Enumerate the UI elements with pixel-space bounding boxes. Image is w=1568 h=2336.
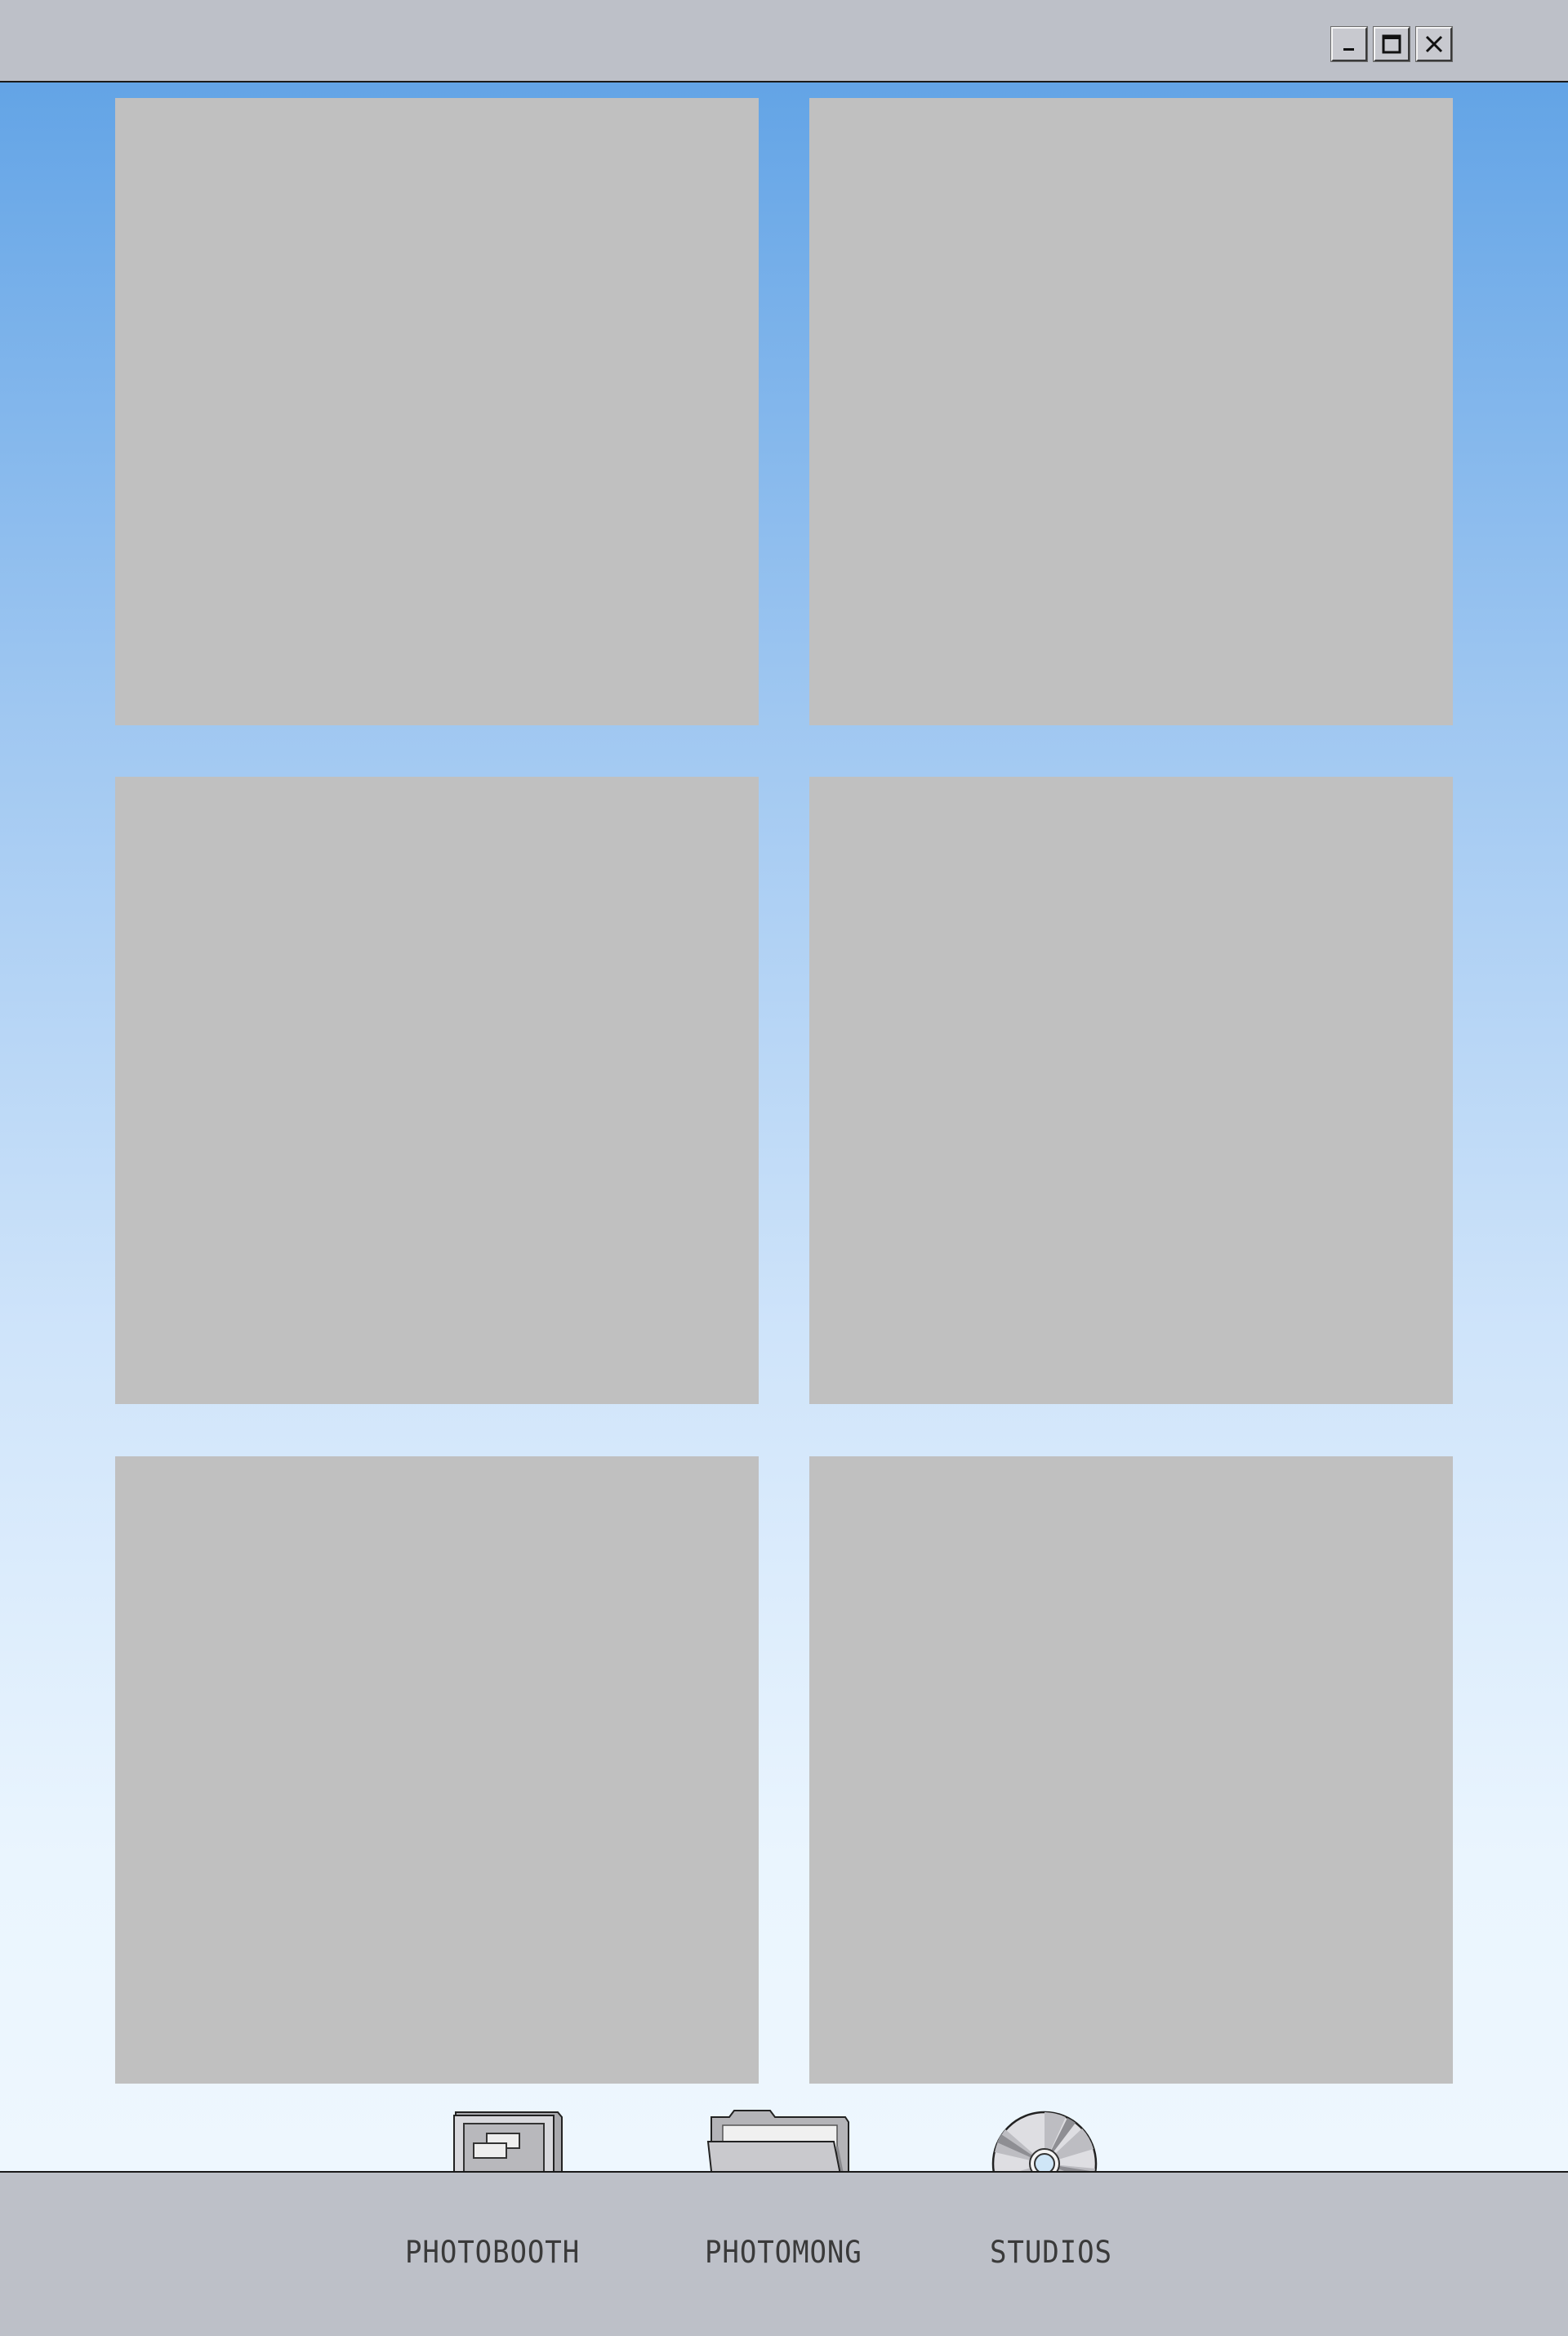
dock-label-studios[interactable]: STUDIOS bbox=[990, 2235, 1112, 2270]
photo-slot-5[interactable] bbox=[115, 1456, 759, 2084]
dock-label-photobooth[interactable]: PHOTOBOOTH bbox=[405, 2235, 580, 2270]
window-titlebar bbox=[0, 0, 1568, 82]
maximize-button[interactable] bbox=[1373, 26, 1410, 62]
maximize-icon bbox=[1382, 34, 1401, 54]
close-button[interactable] bbox=[1415, 26, 1453, 62]
photo-grid-area bbox=[0, 82, 1568, 2171]
close-icon bbox=[1425, 35, 1443, 53]
photo-slot-4[interactable] bbox=[809, 777, 1453, 1404]
photo-slot-2[interactable] bbox=[809, 98, 1453, 725]
photo-slot-6[interactable] bbox=[809, 1456, 1453, 2084]
minimize-icon bbox=[1343, 48, 1354, 51]
window-controls bbox=[1330, 26, 1453, 62]
photo-slot-3[interactable] bbox=[115, 777, 759, 1404]
minimize-button[interactable] bbox=[1330, 26, 1368, 62]
dock-bar: PHOTOBOOTH PHOTOMONG STUDIOS bbox=[0, 2171, 1568, 2336]
dock-label-photomong[interactable]: PHOTOMONG bbox=[705, 2235, 862, 2270]
photo-slot-1[interactable] bbox=[115, 98, 759, 725]
